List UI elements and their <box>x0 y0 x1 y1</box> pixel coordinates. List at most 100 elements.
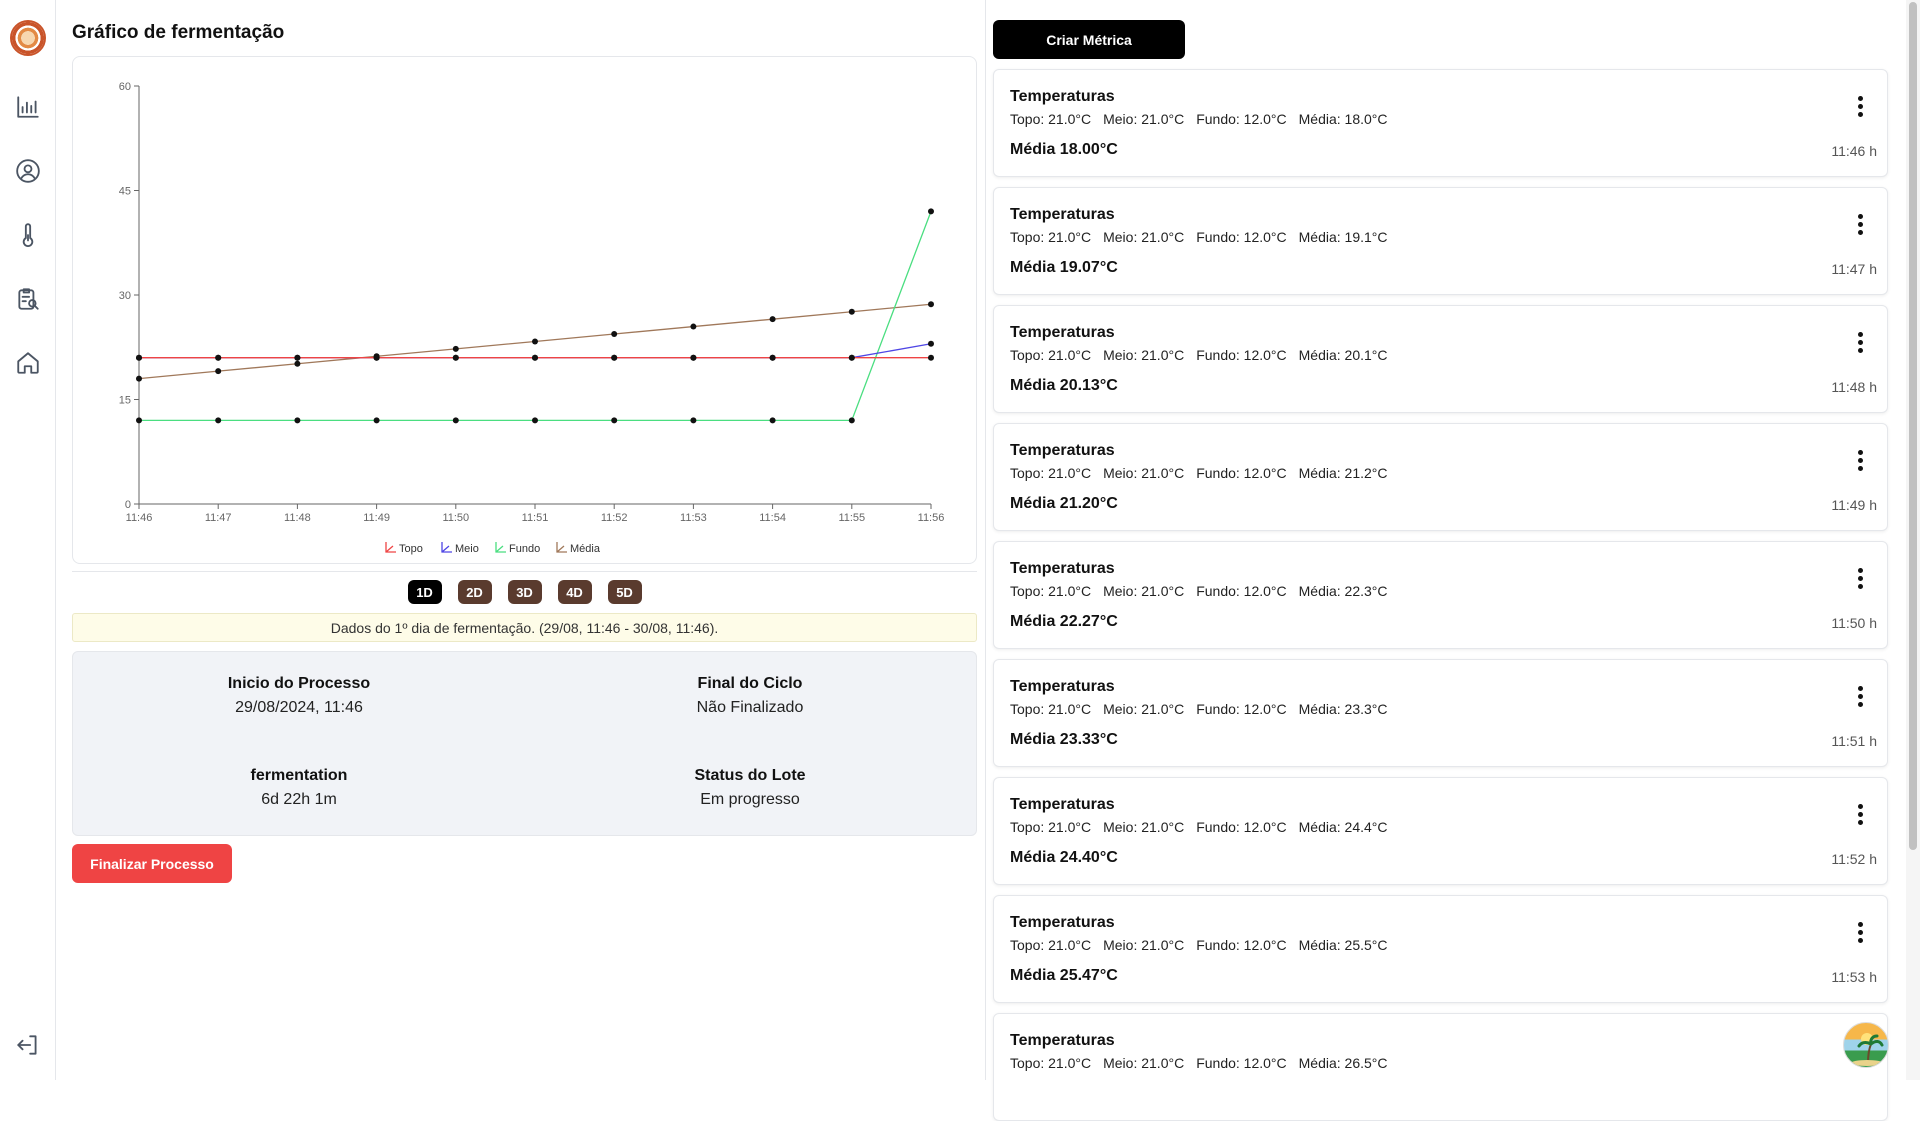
legend-swatch <box>556 542 567 553</box>
page-title: Gráfico de fermentação <box>72 22 285 43</box>
data-point <box>294 354 301 361</box>
metric-card[interactable]: Temperaturas Topo: 21.0°C Meio: 21.0°C Fund… <box>993 541 1888 649</box>
logout-icon <box>17 1035 37 1055</box>
scrollbar-thumb[interactable] <box>1909 2 1917 850</box>
process-summary: Inicio do Processo 29/08/2024, 11:46 Fin… <box>72 651 977 836</box>
data-point <box>452 417 459 424</box>
metric-title: Temperaturas <box>1010 796 1115 813</box>
metric-card[interactable]: Temperaturas Topo: 21.0°C Meio: 21.0°C Fund… <box>993 423 1888 531</box>
data-point <box>848 354 855 361</box>
metric-average: Média 21.20°C <box>1010 495 1118 512</box>
divider <box>72 571 977 572</box>
metric-card[interactable]: Temperaturas Topo: 21.0°C Meio: 21.0°C Fund… <box>993 187 1888 295</box>
metric-topo: Topo: 21.0°C <box>1010 819 1092 835</box>
x-tick-label: 11:47 <box>205 512 232 524</box>
y-tick-label: 30 <box>119 290 131 302</box>
metric-time: 11:53 h <box>1831 969 1877 985</box>
data-point <box>136 417 142 424</box>
logout-button[interactable] <box>13 1030 43 1060</box>
more-vertical-icon[interactable] <box>1855 922 1865 948</box>
sidebar-item-chart[interactable] <box>13 92 43 122</box>
metric-card[interactable]: Temperaturas Topo: 21.0°C Meio: 21.0°C Fund… <box>993 777 1888 885</box>
metric-time: 11:48 h <box>1831 379 1877 395</box>
tab-4d[interactable]: 4D <box>557 580 592 604</box>
metric-fundo: Fundo: 12.0°C <box>1196 819 1287 835</box>
more-vertical-icon[interactable] <box>1855 214 1865 240</box>
x-tick-label: 11:51 <box>522 512 549 524</box>
data-point <box>690 417 697 424</box>
metric-average: Média 22.27°C <box>1010 613 1118 630</box>
user-avatar[interactable] <box>1843 1022 1889 1068</box>
metric-meio: Meio: 21.0°C <box>1103 583 1185 599</box>
tab-5d[interactable]: 5D <box>607 580 642 604</box>
metric-time: 11:50 h <box>1831 615 1877 631</box>
clipboard-search-icon <box>18 288 39 310</box>
fermentation-label: fermentation <box>250 767 348 784</box>
metric-average: Média 24.40°C <box>1010 849 1118 866</box>
metric-time: 11:51 h <box>1831 733 1877 749</box>
x-tick-label: 11:56 <box>918 512 945 524</box>
legend-swatch <box>385 542 396 553</box>
data-point <box>532 354 538 361</box>
metric-card[interactable]: Temperaturas Topo: 21.0°C Meio: 21.0°C Fund… <box>993 1013 1888 1121</box>
x-tick-label: 11:49 <box>363 512 390 524</box>
scrollbar[interactable] <box>1906 0 1920 1080</box>
metric-temperatures: Topo: 21.0°C Meio: 21.0°C Fundo: 12.0°C Méd… <box>1010 583 1400 599</box>
metric-time: 11:46 h <box>1831 143 1877 159</box>
sidebar-item-reports[interactable] <box>13 284 43 314</box>
data-point <box>215 368 222 375</box>
more-vertical-icon[interactable] <box>1855 450 1865 476</box>
fermentation-chart: 0 15 30 45 60 11:46 11:47 11:48 11:49 11:50 11:51 1… <box>72 56 977 564</box>
metric-card[interactable]: Temperaturas Topo: 21.0°C Meio: 21.0°C Fund… <box>993 659 1888 767</box>
metric-media: Média: 24.4°C <box>1298 819 1388 835</box>
process-start-label: Inicio do Processo <box>227 675 371 692</box>
metric-fundo: Fundo: 12.0°C <box>1196 583 1287 599</box>
metric-temperatures: Topo: 21.0°C Meio: 21.0°C Fundo: 12.0°C Méd… <box>1010 111 1400 127</box>
tab-3d[interactable]: 3D <box>507 580 542 604</box>
metric-card[interactable]: Temperaturas Topo: 21.0°C Meio: 21.0°C Fund… <box>993 69 1888 177</box>
x-tick-label: 11:54 <box>759 512 786 524</box>
metric-fundo: Fundo: 12.0°C <box>1196 465 1287 481</box>
thermometer-icon <box>22 223 34 248</box>
metric-title: Temperaturas <box>1010 678 1115 695</box>
data-point <box>848 308 855 315</box>
create-metric-button[interactable]: Criar Métrica <box>993 20 1185 59</box>
line-chart: 0 15 30 45 60 11:46 11:47 11:48 11:49 11:50 11:51 1… <box>119 81 945 555</box>
app-logo[interactable] <box>10 20 46 56</box>
legend-label: Fundo <box>509 543 540 555</box>
tab-1d[interactable]: 1D <box>407 580 442 604</box>
legend-swatch <box>441 542 452 553</box>
metric-time: 11:47 h <box>1831 261 1877 277</box>
more-vertical-icon[interactable] <box>1855 568 1865 594</box>
metric-temperatures: Topo: 21.0°C Meio: 21.0°C Fundo: 12.0°C Méd… <box>1010 701 1400 717</box>
metric-topo: Topo: 21.0°C <box>1010 347 1092 363</box>
more-vertical-icon[interactable] <box>1855 96 1865 122</box>
data-point <box>928 354 934 361</box>
more-vertical-icon[interactable] <box>1855 804 1865 830</box>
y-tick-label: 0 <box>125 499 131 511</box>
data-point <box>532 417 538 424</box>
metric-media: Média: 21.2°C <box>1298 465 1388 481</box>
sidebar-item-home[interactable] <box>13 348 43 378</box>
more-vertical-icon[interactable] <box>1855 686 1865 712</box>
metric-card[interactable]: Temperaturas Topo: 21.0°C Meio: 21.0°C Fund… <box>993 895 1888 1003</box>
tab-2d[interactable]: 2D <box>457 580 492 604</box>
more-vertical-icon[interactable] <box>1855 332 1865 358</box>
data-point <box>452 354 459 361</box>
metric-topo: Topo: 21.0°C <box>1010 583 1092 599</box>
metric-meio: Meio: 21.0°C <box>1103 111 1185 127</box>
chart-panel: Gráfico de fermentação 0 15 30 45 60 11:46 11:… <box>72 0 977 1080</box>
fermentation-value: 6d 22h 1m <box>261 791 337 808</box>
data-point <box>848 417 855 424</box>
data-point <box>294 360 301 367</box>
metric-media: Média: 20.1°C <box>1298 347 1388 363</box>
metric-meio: Meio: 21.0°C <box>1103 819 1185 835</box>
metric-card[interactable]: Temperaturas Topo: 21.0°C Meio: 21.0°C Fund… <box>993 305 1888 413</box>
batch-status-value: Em progresso <box>700 791 800 808</box>
sidebar-item-temperature[interactable] <box>13 220 43 250</box>
sidebar-item-profile[interactable] <box>13 156 43 186</box>
finish-process-button[interactable]: Finalizar Processo <box>72 844 232 883</box>
metric-fundo: Fundo: 12.0°C <box>1196 111 1287 127</box>
metric-meio: Meio: 21.0°C <box>1103 1055 1185 1071</box>
batch-status-label: Status do Lote <box>694 767 806 784</box>
